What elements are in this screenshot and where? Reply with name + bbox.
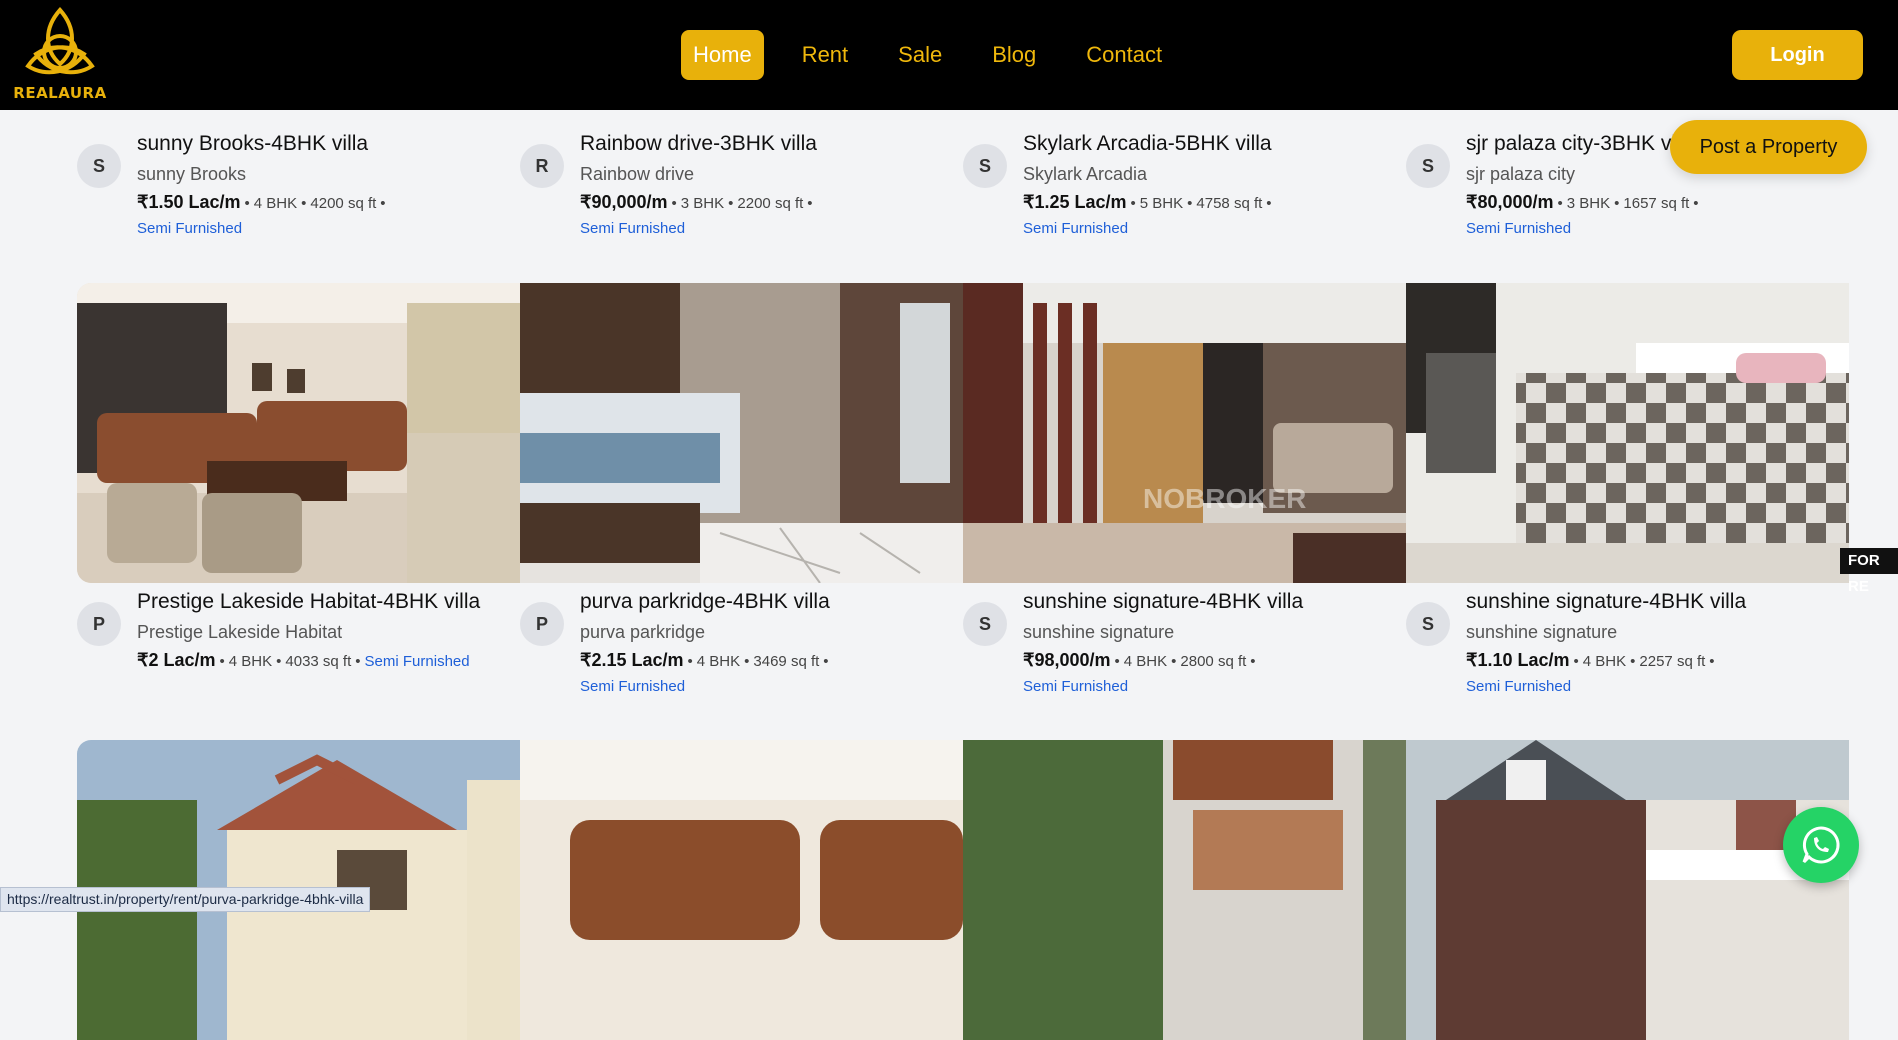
listing-location: purva parkridge	[580, 622, 706, 642]
listing-price: ₹98,000/m	[1023, 650, 1111, 670]
listing-photo[interactable]: NOBROKER	[963, 283, 1406, 583]
listing-bhk: 3 BHK	[680, 195, 725, 212]
whatsapp-icon	[1802, 826, 1840, 864]
listing-bhk: 3 BHK	[1566, 195, 1611, 212]
listing-bhk: 4 BHK	[696, 653, 741, 670]
post-property-button[interactable]: Post a Property	[1670, 120, 1867, 174]
triquetra-logo-icon	[25, 6, 95, 75]
whatsapp-button[interactable]	[1783, 807, 1859, 883]
listing-furnishing: Semi Furnished	[580, 220, 686, 237]
listing-title[interactable]: purva parkridge-4BHK villa	[580, 590, 830, 614]
listing-furnishing: Semi Furnished	[580, 678, 686, 695]
listing-location: Rainbow drive	[580, 164, 695, 184]
avatar: R	[520, 144, 564, 188]
listing-location: sunny Brooks	[137, 164, 247, 184]
avatar: S	[1406, 144, 1450, 188]
avatar: S	[963, 602, 1007, 646]
listing-meta: ₹1.10 Lac/m • 4 BHK • 2257 sq ft •	[1466, 650, 1715, 670]
listing-meta: ₹80,000/m • 3 BHK • 1657 sq ft •	[1466, 192, 1699, 212]
nav-home[interactable]: Home	[681, 30, 764, 80]
listing-area: 2800 sq ft	[1180, 653, 1247, 670]
nav-contact[interactable]: Contact	[1074, 30, 1174, 80]
site-header: REALAURA Home Rent Sale Blog Contact Log…	[0, 0, 1898, 110]
listing-photo[interactable]	[963, 740, 1406, 1040]
main-nav: Home Rent Sale Blog Contact	[681, 30, 1200, 80]
listing-meta: ₹1.50 Lac/m • 4 BHK • 4200 sq ft •	[137, 192, 386, 212]
listing-price: ₹90,000/m	[580, 192, 668, 212]
listing-area: 1657 sq ft	[1623, 195, 1690, 212]
brand-name: REALAURA	[13, 84, 107, 102]
avatar: S	[77, 144, 121, 188]
listing-photo[interactable]	[1406, 740, 1849, 1040]
listing-area: 4033 sq ft	[285, 653, 352, 670]
listing-location: sunshine signature	[1466, 622, 1618, 642]
for-rent-badge: FOR RE	[1840, 548, 1898, 595]
listing-title[interactable]: sjr palaza city-3BHK villa	[1466, 132, 1697, 156]
listing-price: ₹1.50 Lac/m	[137, 192, 241, 212]
listing-price: ₹2.15 Lac/m	[580, 650, 684, 670]
listing-bhk: 4 BHK	[1123, 653, 1168, 670]
listing-area: 3469 sq ft	[753, 653, 820, 670]
listing-meta: ₹98,000/m • 4 BHK • 2800 sq ft •	[1023, 650, 1256, 670]
avatar: S	[963, 144, 1007, 188]
login-button[interactable]: Login	[1732, 30, 1863, 80]
listing-price: ₹1.10 Lac/m	[1466, 650, 1570, 670]
listing-bhk: 5 BHK	[1139, 195, 1184, 212]
listing-meta: ₹2 Lac/m • 4 BHK • 4033 sq ft • Semi Furnished	[137, 650, 470, 670]
listing-photo[interactable]	[520, 740, 963, 1040]
status-bar-url: https://realtrust.in/property/rent/purva…	[0, 887, 371, 912]
listing-price: ₹80,000/m	[1466, 192, 1554, 212]
listing-furnishing: Semi Furnished	[1466, 678, 1572, 695]
listing-photo[interactable]	[1406, 283, 1849, 583]
listing-title[interactable]: Prestige Lakeside Habitat-4BHK villa	[137, 590, 480, 614]
listing-location: Prestige Lakeside Habitat	[137, 622, 343, 642]
listing-photo[interactable]	[520, 283, 963, 583]
listing-area: 2200 sq ft	[737, 195, 804, 212]
listing-area: 2257 sq ft	[1639, 653, 1706, 670]
listing-price: ₹2 Lac/m	[137, 650, 216, 670]
listing-furnishing: Semi Furnished	[1023, 220, 1129, 237]
listing-furnishing: Semi Furnished	[1466, 220, 1572, 237]
listing-meta: ₹1.25 Lac/m • 5 BHK • 4758 sq ft •	[1023, 192, 1272, 212]
listing-meta: ₹2.15 Lac/m • 4 BHK • 3469 sq ft •	[580, 650, 829, 670]
listing-title[interactable]: sunny Brooks-4BHK villa	[137, 132, 368, 156]
avatar: P	[77, 602, 121, 646]
listing-meta: ₹90,000/m • 3 BHK • 2200 sq ft •	[580, 192, 813, 212]
listing-bhk: 4 BHK	[1582, 653, 1627, 670]
nav-blog[interactable]: Blog	[980, 30, 1048, 80]
listing-bhk: 4 BHK	[253, 195, 298, 212]
listing-location: sjr palaza city	[1466, 164, 1576, 184]
listing-title[interactable]: sunshine signature-4BHK villa	[1023, 590, 1303, 614]
avatar: P	[520, 602, 564, 646]
listing-bhk: 4 BHK	[228, 653, 273, 670]
listing-location: sunshine signature	[1023, 622, 1175, 642]
listing-title[interactable]: Rainbow drive-3BHK villa	[580, 132, 817, 156]
listing-grid: S sunny Brooks-4BHK villa sunny Brooks ₹…	[0, 0, 1898, 1040]
listing-photo[interactable]	[77, 283, 520, 583]
listing-price: ₹1.25 Lac/m	[1023, 192, 1127, 212]
listing-furnishing: Semi Furnished	[364, 653, 470, 670]
realaura-logo[interactable]: REALAURA	[12, 6, 108, 104]
avatar: S	[1406, 602, 1450, 646]
listing-location: Skylark Arcadia	[1023, 164, 1148, 184]
listing-area: 4758 sq ft	[1196, 195, 1263, 212]
listing-furnishing: Semi Furnished	[1023, 678, 1129, 695]
nav-sale[interactable]: Sale	[886, 30, 954, 80]
listing-area: 4200 sq ft	[310, 195, 377, 212]
listing-title[interactable]: sunshine signature-4BHK villa	[1466, 590, 1746, 614]
listing-furnishing: Semi Furnished	[137, 220, 243, 237]
listing-title[interactable]: Skylark Arcadia-5BHK villa	[1023, 132, 1272, 156]
nobroker-watermark: NOBROKER	[1143, 483, 1307, 514]
nav-rent[interactable]: Rent	[790, 30, 860, 80]
